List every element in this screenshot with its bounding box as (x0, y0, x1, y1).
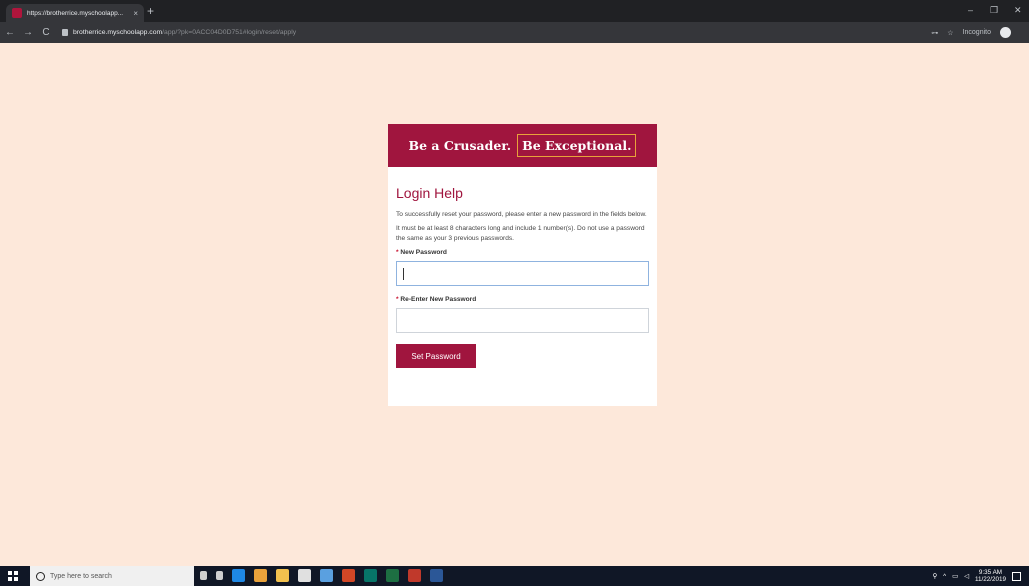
maximize-icon[interactable]: ❐ (990, 4, 998, 16)
mail-icon[interactable] (320, 569, 333, 582)
system-tray: ⚲ ^ ▭ ◁ 9:35 AM 11/22/2019 (933, 569, 1021, 583)
lock-icon (62, 29, 68, 36)
people-icon[interactable]: ⚲ (933, 573, 938, 580)
publisher-icon[interactable] (364, 569, 377, 582)
required-marker: * (396, 249, 399, 256)
back-arrow-icon[interactable]: ← (2, 27, 18, 38)
browser-tab-bar: https://brotherrice.myschoolapp... × + –… (0, 0, 1029, 22)
clock[interactable]: 9:35 AM 11/22/2019 (975, 569, 1006, 583)
new-tab-button[interactable]: + (147, 4, 154, 18)
forward-arrow-icon[interactable]: → (20, 27, 36, 38)
app-icon[interactable] (408, 569, 421, 582)
reenter-password-label: * Re-Enter New Password (396, 296, 649, 303)
notification-center-icon[interactable] (1012, 571, 1021, 581)
word-icon[interactable] (430, 569, 443, 582)
banner-slogan-part1: Be a Crusader. (408, 138, 512, 153)
reenter-password-field[interactable] (396, 308, 649, 333)
pinned-apps (200, 569, 443, 582)
browser-tab[interactable]: https://brotherrice.myschoolapp... × (6, 4, 144, 22)
page-title: Login Help (396, 185, 463, 201)
text-caret (403, 268, 404, 280)
excel-icon[interactable] (386, 569, 399, 582)
chrome-icon[interactable] (254, 569, 267, 582)
incognito-icon[interactable] (1000, 27, 1011, 38)
clock-date: 11/22/2019 (974, 576, 1006, 583)
cortana-circle-icon (36, 571, 45, 581)
reload-icon[interactable]: C (38, 27, 54, 38)
incognito-label: Incognito (962, 29, 991, 36)
close-window-icon[interactable]: ✕ (1014, 4, 1022, 16)
password-key-icon[interactable]: ⊶ (931, 29, 938, 37)
windows-taskbar: Type here to search ⚲ ^ ▭ ◁ 9:35 AM 11/2… (0, 566, 1029, 586)
tray-chevron-icon[interactable]: ^ (943, 573, 946, 580)
store-icon[interactable] (298, 569, 311, 582)
browser-toolbar: ← → C brotherrice.myschoolapp.com/app/?p… (0, 22, 1029, 43)
network-icon[interactable]: ▭ (952, 573, 958, 580)
new-password-label: * New Password (396, 249, 649, 256)
task-view-icon[interactable] (216, 571, 223, 580)
volume-icon[interactable]: ◁ (964, 573, 969, 580)
address-bar[interactable]: brotherrice.myschoolapp.com/app/?pk=0ACC… (62, 25, 922, 40)
password-rules-text: It must be at least 8 characters long an… (396, 225, 645, 242)
close-tab-icon[interactable]: × (133, 9, 138, 18)
school-banner: Be a Crusader. Be Exceptional. (388, 124, 657, 167)
powerpoint-icon[interactable] (342, 569, 355, 582)
reenter-password-label-text: Re-Enter New Password (400, 296, 477, 303)
file-explorer-icon[interactable] (276, 569, 289, 582)
mic-icon[interactable] (200, 571, 207, 580)
taskbar-search-placeholder: Type here to search (50, 572, 112, 580)
required-marker: * (396, 296, 399, 303)
url-host: brotherrice.myschoolapp.com (73, 29, 163, 36)
taskbar-search-box[interactable]: Type here to search (30, 566, 194, 586)
new-password-field[interactable] (396, 261, 649, 286)
clock-time: 9:35 AM (978, 569, 1003, 576)
banner-slogan-part2: Be Exceptional. (517, 134, 637, 157)
bookmark-star-icon[interactable]: ☆ (947, 29, 953, 37)
login-help-card: Be a Crusader. Be Exceptional. Login Hel… (388, 124, 657, 406)
tab-title: https://brotherrice.myschoolapp... (27, 9, 124, 17)
minimize-icon[interactable]: – (968, 4, 973, 16)
url-path: /app/?pk=0ACC04D0D751#login/reset/apply (162, 29, 297, 36)
set-password-button[interactable]: Set Password (396, 344, 476, 368)
site-favicon-icon (12, 8, 22, 18)
windows-start-icon[interactable] (8, 571, 18, 581)
edge-icon[interactable] (232, 569, 245, 582)
instructions-text: To successfully reset your password, ple… (396, 211, 647, 218)
new-password-label-text: New Password (400, 249, 447, 256)
